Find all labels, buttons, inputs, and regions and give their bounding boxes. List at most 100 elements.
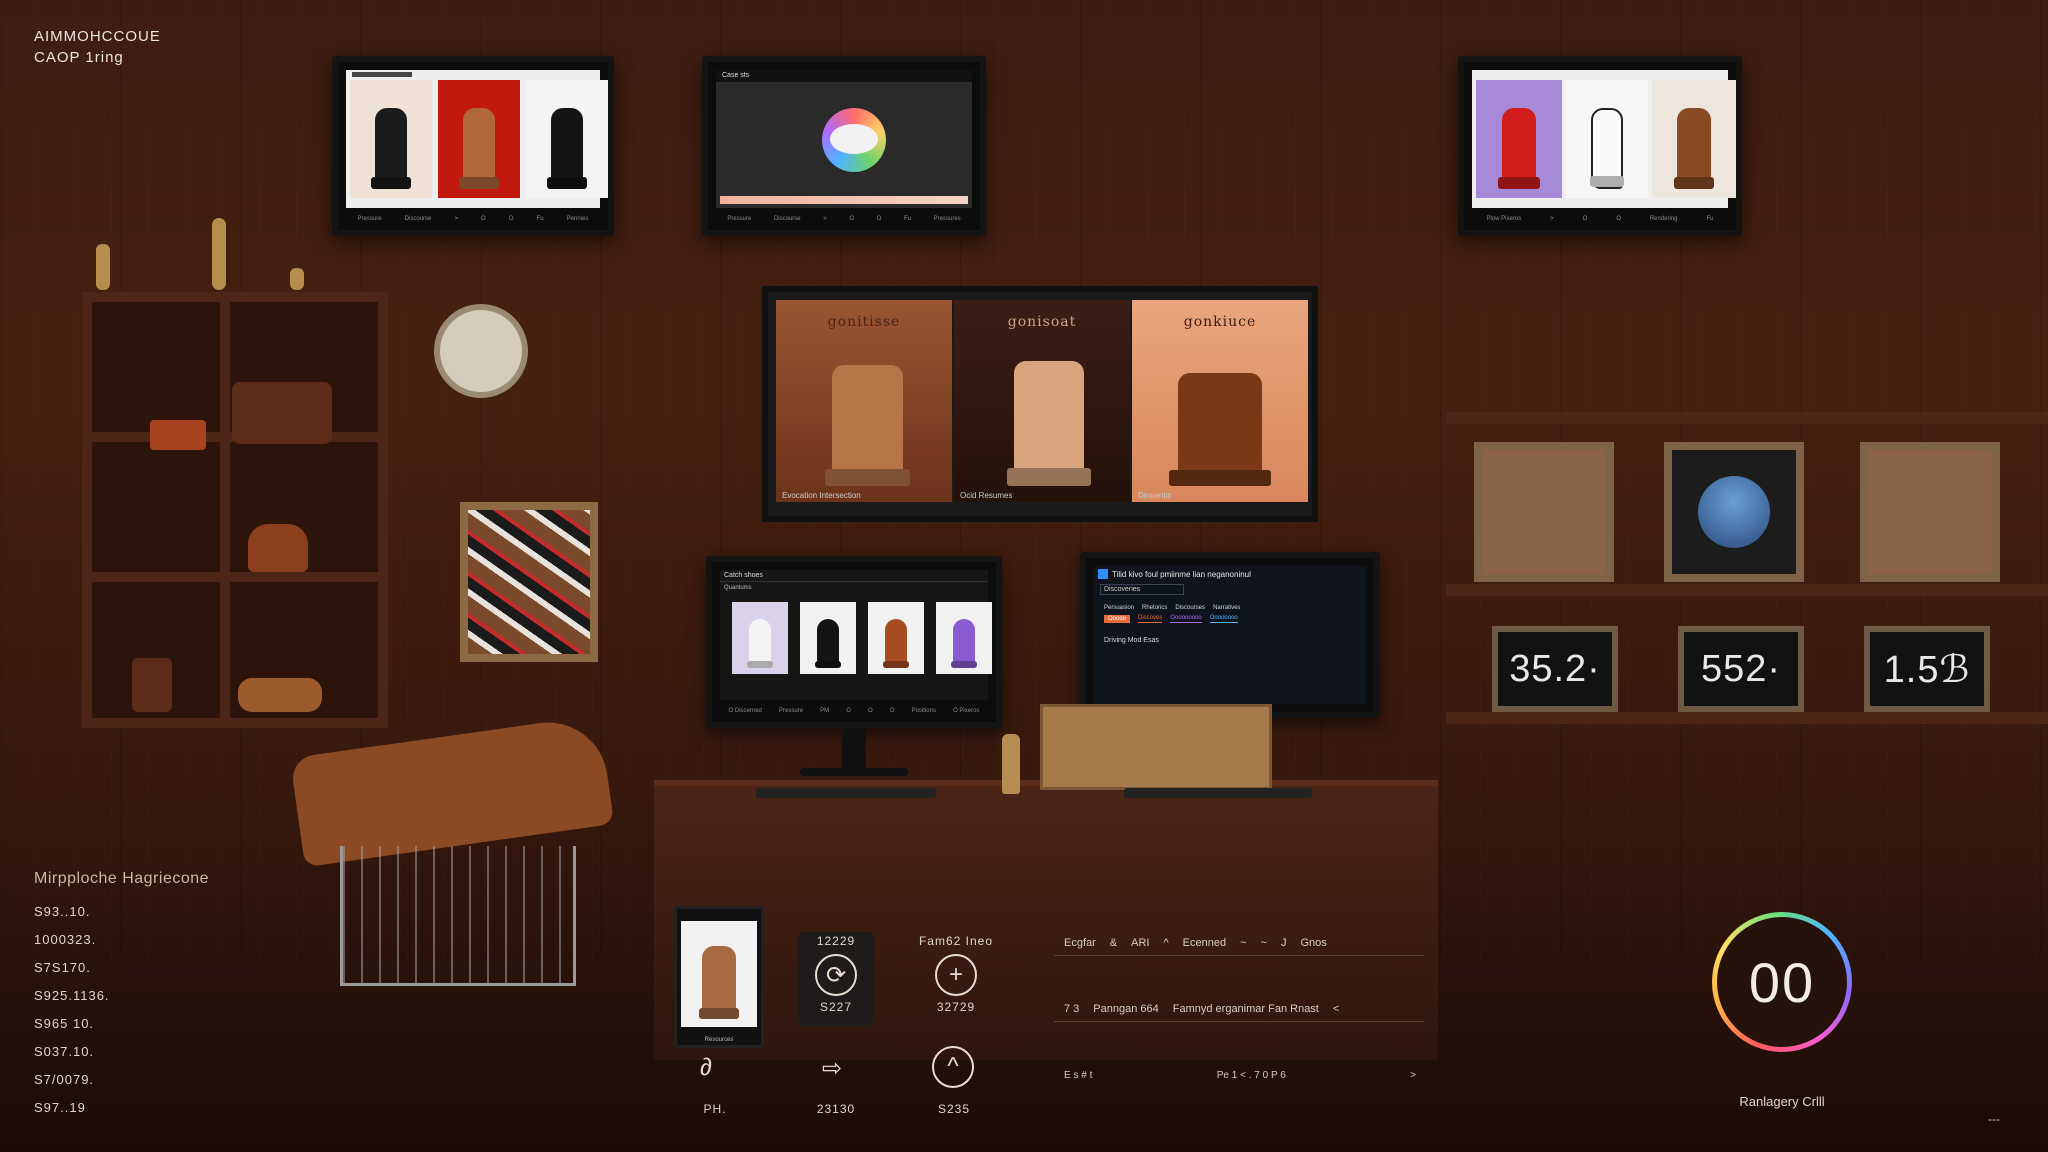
toolbar-item[interactable]: O — [509, 216, 514, 222]
app-titlebar: Tilid kivo foul pmiinme lian neganoninul — [1094, 566, 1366, 582]
phone-preview[interactable]: Resources — [674, 906, 764, 1048]
tab-item[interactable]: ~ — [1240, 937, 1246, 949]
toolbar-item[interactable]: O — [1583, 216, 1588, 222]
monitor-right-toolbar: Plow Pixeros > O O Rendering Fu — [1472, 212, 1728, 226]
monitor-left-toolbar: Pressure Discourse > O O Fu Pennies — [346, 212, 600, 226]
tab-item[interactable]: Panngan 664 — [1093, 1003, 1158, 1015]
stats-row: S93..10. — [34, 904, 91, 919]
monitor-center-header: Case sts — [716, 70, 972, 82]
catalog-item[interactable] — [732, 602, 788, 674]
toolbar-item[interactable]: O — [877, 216, 882, 222]
pager-middle[interactable]: Pe 1 < . 7 0 P 6 — [1217, 1070, 1286, 1081]
toolbar-item[interactable]: O — [1616, 216, 1621, 222]
tab-item[interactable]: & — [1110, 937, 1117, 949]
product-tile[interactable] — [438, 80, 520, 198]
control-card-2[interactable]: Fam62 Ineo + 32729 — [908, 932, 1004, 1026]
chevron-up-icon[interactable]: ^ — [932, 1046, 974, 1088]
catalog-item[interactable] — [800, 602, 856, 674]
app-tab[interactable]: Persuasion — [1104, 605, 1134, 611]
app-logo-icon — [1098, 569, 1108, 579]
footer-item[interactable]: O — [890, 708, 895, 714]
monitor-base — [800, 768, 908, 776]
refresh-icon[interactable]: ⟳ — [815, 954, 857, 996]
toolbar-item[interactable]: Fu — [904, 216, 911, 222]
product-tile[interactable] — [1566, 80, 1648, 198]
toolbar-item[interactable]: Pressure — [358, 216, 382, 222]
app-search[interactable]: Discoveries — [1100, 584, 1184, 595]
toolbar-item[interactable]: Discourse — [405, 216, 432, 222]
product-tile[interactable] — [526, 80, 608, 198]
swirl-icon[interactable]: ∂ — [700, 1054, 712, 1082]
framed-boot-print — [1860, 442, 2000, 582]
toolbar-item[interactable]: Fu — [1706, 216, 1713, 222]
control-row2-label: 23130 — [816, 1102, 856, 1116]
app-tabs: Persuasion Rhetorics Discourses Narrativ… — [1094, 597, 1366, 611]
timer-ring[interactable]: 00 — [1712, 912, 1852, 1052]
app-tab[interactable]: Discourses — [1175, 605, 1205, 611]
footer-item[interactable]: O Pixeros — [953, 708, 979, 714]
framed-globe-print — [1664, 442, 1804, 582]
app-button[interactable]: Ooooooooo — [1170, 615, 1202, 623]
featured-panel: gonitisse Evocation Intersection gonisoa… — [762, 286, 1318, 522]
footer-item[interactable]: O — [868, 708, 873, 714]
brass-bottle — [1002, 734, 1020, 794]
app-button[interactable]: Oooooooo — [1209, 615, 1238, 623]
toolbar-item[interactable]: Discourse — [774, 216, 801, 222]
toolbar-item[interactable]: > — [454, 216, 458, 222]
progress-strip — [720, 196, 968, 204]
tab-item[interactable]: ^ — [1163, 937, 1168, 949]
toolbar-item[interactable]: Plow Pixeros — [1486, 216, 1521, 222]
storage-chest — [1040, 704, 1272, 790]
framed-collage — [460, 502, 598, 662]
footer-item[interactable]: O — [846, 708, 851, 714]
tab-item[interactable]: 7 3 — [1064, 1003, 1079, 1015]
footer-item[interactable]: Pressure — [779, 708, 803, 714]
monitor-right-screen — [1472, 70, 1736, 208]
tab-item[interactable]: Ecgfar — [1064, 937, 1096, 949]
toolbar-item[interactable]: Rendering — [1650, 216, 1678, 222]
toolbar-item[interactable]: > — [1550, 216, 1554, 222]
featured-tile[interactable]: gonkiuce Dinnentic — [1132, 300, 1308, 502]
phone-screen — [681, 921, 757, 1027]
featured-tile[interactable]: gonitisse Evocation Intersection — [776, 300, 952, 502]
featured-tile[interactable]: gonisoat Ocid Resumes — [954, 300, 1130, 502]
add-icon[interactable]: + — [935, 954, 977, 996]
tab-item[interactable]: J — [1281, 937, 1287, 949]
arrow-icon[interactable]: ⇨ — [822, 1054, 842, 1083]
tab-item[interactable]: < — [1333, 1003, 1339, 1015]
app-tab[interactable]: Narratives — [1213, 605, 1240, 611]
brass-object — [212, 218, 226, 290]
toolbar-item[interactable]: Fu — [537, 216, 544, 222]
toolbar-item[interactable]: Pressure — [727, 216, 751, 222]
footer-item[interactable]: PM — [820, 708, 829, 714]
toolbar-item[interactable]: Pressures — [934, 216, 961, 222]
tab-item[interactable]: ARI — [1131, 937, 1149, 949]
product-tile[interactable] — [1652, 80, 1736, 198]
tab-item[interactable]: Gnos — [1300, 937, 1326, 949]
toolbar-item[interactable]: O — [849, 216, 854, 222]
featured-tile-caption: Evocation Intersection — [782, 491, 861, 500]
monitor-catalog: Catch shoes Quantums O Discerned Pressur… — [706, 556, 1002, 728]
footer-item[interactable]: O Discerned — [729, 708, 762, 714]
app-button[interactable]: Discoves — [1138, 615, 1163, 623]
pager-left[interactable]: E s # t — [1064, 1070, 1092, 1081]
app-section-title: Driving Mod Esas — [1104, 637, 1159, 644]
tab-item[interactable]: Famnyd erganimar Fan Rnast — [1173, 1003, 1319, 1015]
product-tile[interactable] — [1476, 80, 1562, 198]
footer-item[interactable]: Positions — [912, 708, 936, 714]
monitor-left-screen — [346, 70, 608, 208]
app-button[interactable]: Ooooo — [1104, 615, 1131, 623]
control-card-1[interactable]: 12229 ⟳ S227 — [798, 932, 874, 1026]
toolbar-item[interactable]: Pennies — [567, 216, 589, 222]
toolbar-item[interactable]: > — [823, 216, 827, 222]
monitor-app-screen: Tilid kivo foul pmiinme lian neganoninul… — [1094, 566, 1366, 704]
product-tile[interactable] — [350, 80, 432, 198]
tab-item[interactable]: Ecenned — [1183, 937, 1226, 949]
pager-next[interactable]: > — [1410, 1070, 1416, 1081]
catalog-item[interactable] — [936, 602, 992, 674]
toolbar-item[interactable]: O — [481, 216, 486, 222]
tab-item[interactable]: ~ — [1261, 937, 1267, 949]
timer-value: 00 — [1717, 917, 1847, 1047]
app-tab[interactable]: Rhetorics — [1142, 605, 1167, 611]
catalog-item[interactable] — [868, 602, 924, 674]
